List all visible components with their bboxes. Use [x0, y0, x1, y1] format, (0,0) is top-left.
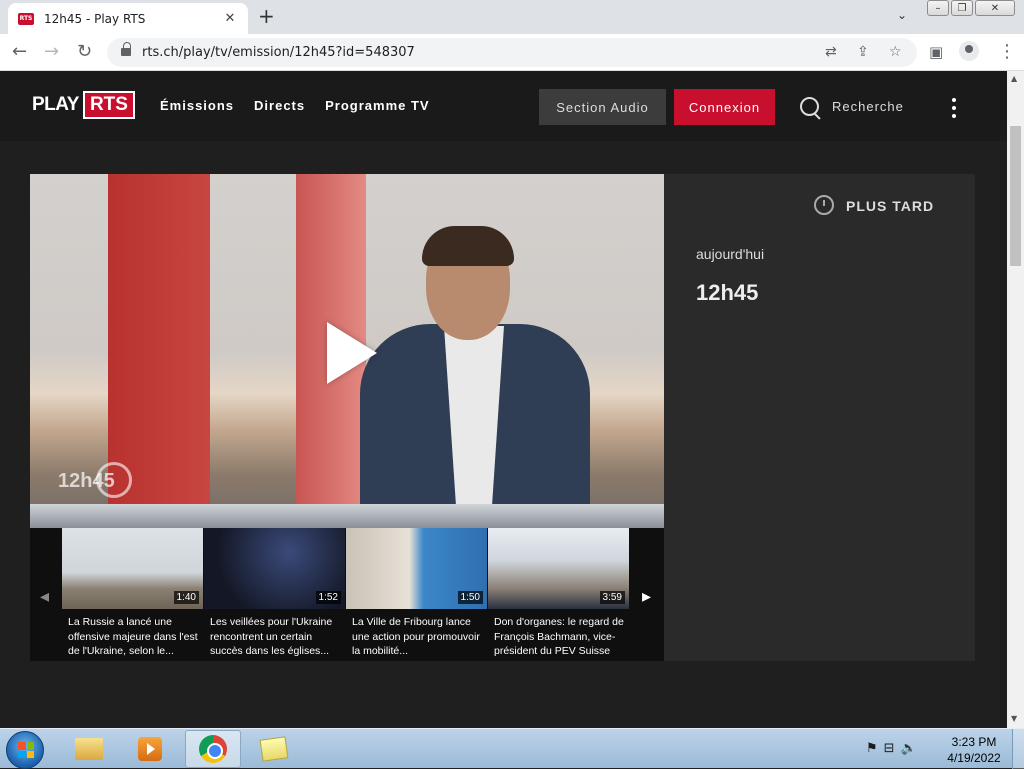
- media-player-icon: [138, 737, 162, 761]
- site-header: PLAY RTS Émissions Directs Programme TV …: [0, 71, 1007, 141]
- bookmark-star-icon[interactable]: ☆: [889, 44, 902, 60]
- share-icon[interactable]: ⇪: [857, 44, 869, 60]
- show-watermark: 12h45: [58, 470, 115, 492]
- sticky-notes-icon: [259, 736, 289, 762]
- studio-backdrop-stripe: [108, 174, 210, 504]
- close-window-button[interactable]: ✕: [975, 0, 1015, 16]
- tab-search-chevron-icon[interactable]: ⌄: [897, 8, 907, 22]
- video-duration: 1:40: [173, 591, 199, 604]
- carousel-item[interactable]: 1:50 La Ville de Fribourg lance une acti…: [346, 528, 487, 661]
- section-audio-button[interactable]: Section Audio: [539, 89, 666, 125]
- carousel-item[interactable]: 3:59 Don d'organes: le regard de Françoi…: [488, 528, 629, 661]
- presenter-hair: [422, 226, 514, 266]
- video-title[interactable]: Don d'organes: le regard de François Bac…: [488, 609, 629, 661]
- rts-favicon-icon: RTS: [18, 12, 34, 25]
- side-panel-icon[interactable]: ▣: [929, 43, 943, 61]
- show-title: 12h45: [696, 280, 759, 305]
- windows-taskbar: ⚑ ⊟ 🔈 3:23 PM 4/19/2022: [0, 728, 1024, 769]
- browser-menu-icon[interactable]: ⋮: [998, 41, 1016, 62]
- video-duration: 3:59: [599, 591, 625, 604]
- video-title[interactable]: Les veillées pour l'Ukraine rencontrent …: [204, 609, 345, 661]
- video-duration: 1:50: [457, 591, 483, 604]
- studio-desk: [30, 504, 664, 528]
- clock-time: 3:23 PM: [951, 735, 997, 749]
- main-nav: Émissions Directs Programme TV: [160, 98, 430, 113]
- page-scrollbar[interactable]: ▲ ▼: [1007, 71, 1024, 728]
- tab-close-icon[interactable]: ✕: [222, 11, 238, 26]
- carousel-items: 1:40 La Russie a lancé une offensive maj…: [62, 528, 629, 661]
- video-duration: 1:52: [315, 591, 341, 604]
- address-toolbar: ← → ↻ rts.ch/play/tv/emission/12h45?id=5…: [0, 34, 1024, 71]
- url-text[interactable]: rts.ch/play/tv/emission/12h45?id=548307: [142, 45, 415, 60]
- window-controls: – ❐ ✕: [927, 0, 1015, 16]
- related-videos-carousel: ◂ 1:40 La Russie a lancé une offensive m…: [30, 528, 664, 661]
- carousel-item[interactable]: 1:40 La Russie a lancé une offensive maj…: [62, 528, 203, 661]
- restore-button[interactable]: ❐: [951, 0, 973, 16]
- action-center-flag-icon[interactable]: ⚑: [866, 741, 878, 756]
- back-arrow-icon[interactable]: ←: [12, 41, 27, 62]
- minimize-button[interactable]: –: [927, 0, 949, 16]
- chrome-icon: [199, 735, 227, 763]
- start-button[interactable]: [6, 731, 44, 769]
- episode-info-panel: PLUS TARD aujourd'hui 12h45: [664, 174, 975, 661]
- clock-date: 4/19/2022: [947, 751, 1001, 765]
- forward-arrow-icon[interactable]: →: [44, 41, 59, 62]
- windows-logo-icon: [18, 742, 34, 758]
- reload-icon[interactable]: ↻: [77, 41, 92, 62]
- sticky-notes-taskbar-button[interactable]: [246, 730, 302, 768]
- main-panel: 12h45 ◂ 1:40 La Russie a lancé une offen…: [30, 174, 975, 661]
- play-icon[interactable]: [327, 322, 377, 384]
- browser-tab[interactable]: RTS 12h45 - Play RTS ✕: [8, 3, 248, 34]
- video-title[interactable]: La Ville de Fribourg lance une action po…: [346, 609, 487, 661]
- scroll-up-arrow-icon[interactable]: ▲: [1011, 74, 1017, 83]
- carousel-prev-icon[interactable]: ◂: [40, 586, 49, 607]
- network-icon[interactable]: ⊟: [884, 741, 895, 756]
- video-player[interactable]: 12h45: [30, 174, 664, 528]
- nav-programme-tv[interactable]: Programme TV: [325, 98, 429, 113]
- profile-avatar-icon[interactable]: [959, 41, 979, 61]
- nav-directs[interactable]: Directs: [254, 98, 305, 113]
- omnibox[interactable]: rts.ch/play/tv/emission/12h45?id=548307 …: [107, 38, 917, 67]
- chrome-taskbar-button[interactable]: [185, 730, 241, 768]
- video-thumbnail[interactable]: 3:59: [488, 528, 629, 609]
- new-tab-icon[interactable]: +: [258, 4, 275, 28]
- file-explorer-taskbar-button[interactable]: [61, 730, 117, 768]
- scroll-down-arrow-icon[interactable]: ▼: [1011, 714, 1017, 723]
- video-title[interactable]: La Russie a lancé une offensive majeure …: [62, 609, 203, 661]
- video-thumbnail[interactable]: 1:52: [204, 528, 345, 609]
- translate-icon[interactable]: ⇄: [825, 44, 837, 60]
- show-desktop-button[interactable]: [1012, 729, 1024, 769]
- media-player-taskbar-button[interactable]: [122, 730, 178, 768]
- login-button[interactable]: Connexion: [674, 89, 775, 125]
- broadcast-date: aujourd'hui: [696, 246, 765, 262]
- page-content: PLAY RTS Émissions Directs Programme TV …: [0, 71, 1007, 728]
- logo-rts-text: RTS: [82, 91, 135, 119]
- lock-icon[interactable]: [121, 42, 131, 57]
- clock-icon[interactable]: [814, 195, 834, 215]
- search-label[interactable]: Recherche: [832, 99, 904, 114]
- more-menu-icon[interactable]: [951, 98, 957, 118]
- carousel-next-icon[interactable]: ▸: [642, 586, 651, 607]
- volume-icon[interactable]: 🔈: [901, 741, 917, 756]
- video-thumbnail[interactable]: 1:40: [62, 528, 203, 609]
- watch-later-button[interactable]: PLUS TARD: [846, 198, 934, 214]
- nav-emissions[interactable]: Émissions: [160, 98, 234, 113]
- play-rts-logo[interactable]: PLAY RTS: [32, 91, 135, 119]
- search-icon[interactable]: [800, 97, 820, 117]
- tab-title: 12h45 - Play RTS: [44, 11, 146, 26]
- taskbar-clock[interactable]: 3:23 PM 4/19/2022: [944, 734, 1004, 766]
- folder-icon: [75, 738, 103, 760]
- browser-tab-bar: RTS 12h45 - Play RTS ✕ + ⌄ – ❐ ✕: [0, 0, 1024, 34]
- scroll-thumb[interactable]: [1010, 126, 1021, 266]
- logo-play-text: PLAY: [32, 94, 79, 115]
- system-tray: ⚑ ⊟ 🔈: [866, 741, 917, 756]
- video-thumbnail[interactable]: 1:50: [346, 528, 487, 609]
- carousel-item[interactable]: 1:52 Les veillées pour l'Ukraine rencont…: [204, 528, 345, 661]
